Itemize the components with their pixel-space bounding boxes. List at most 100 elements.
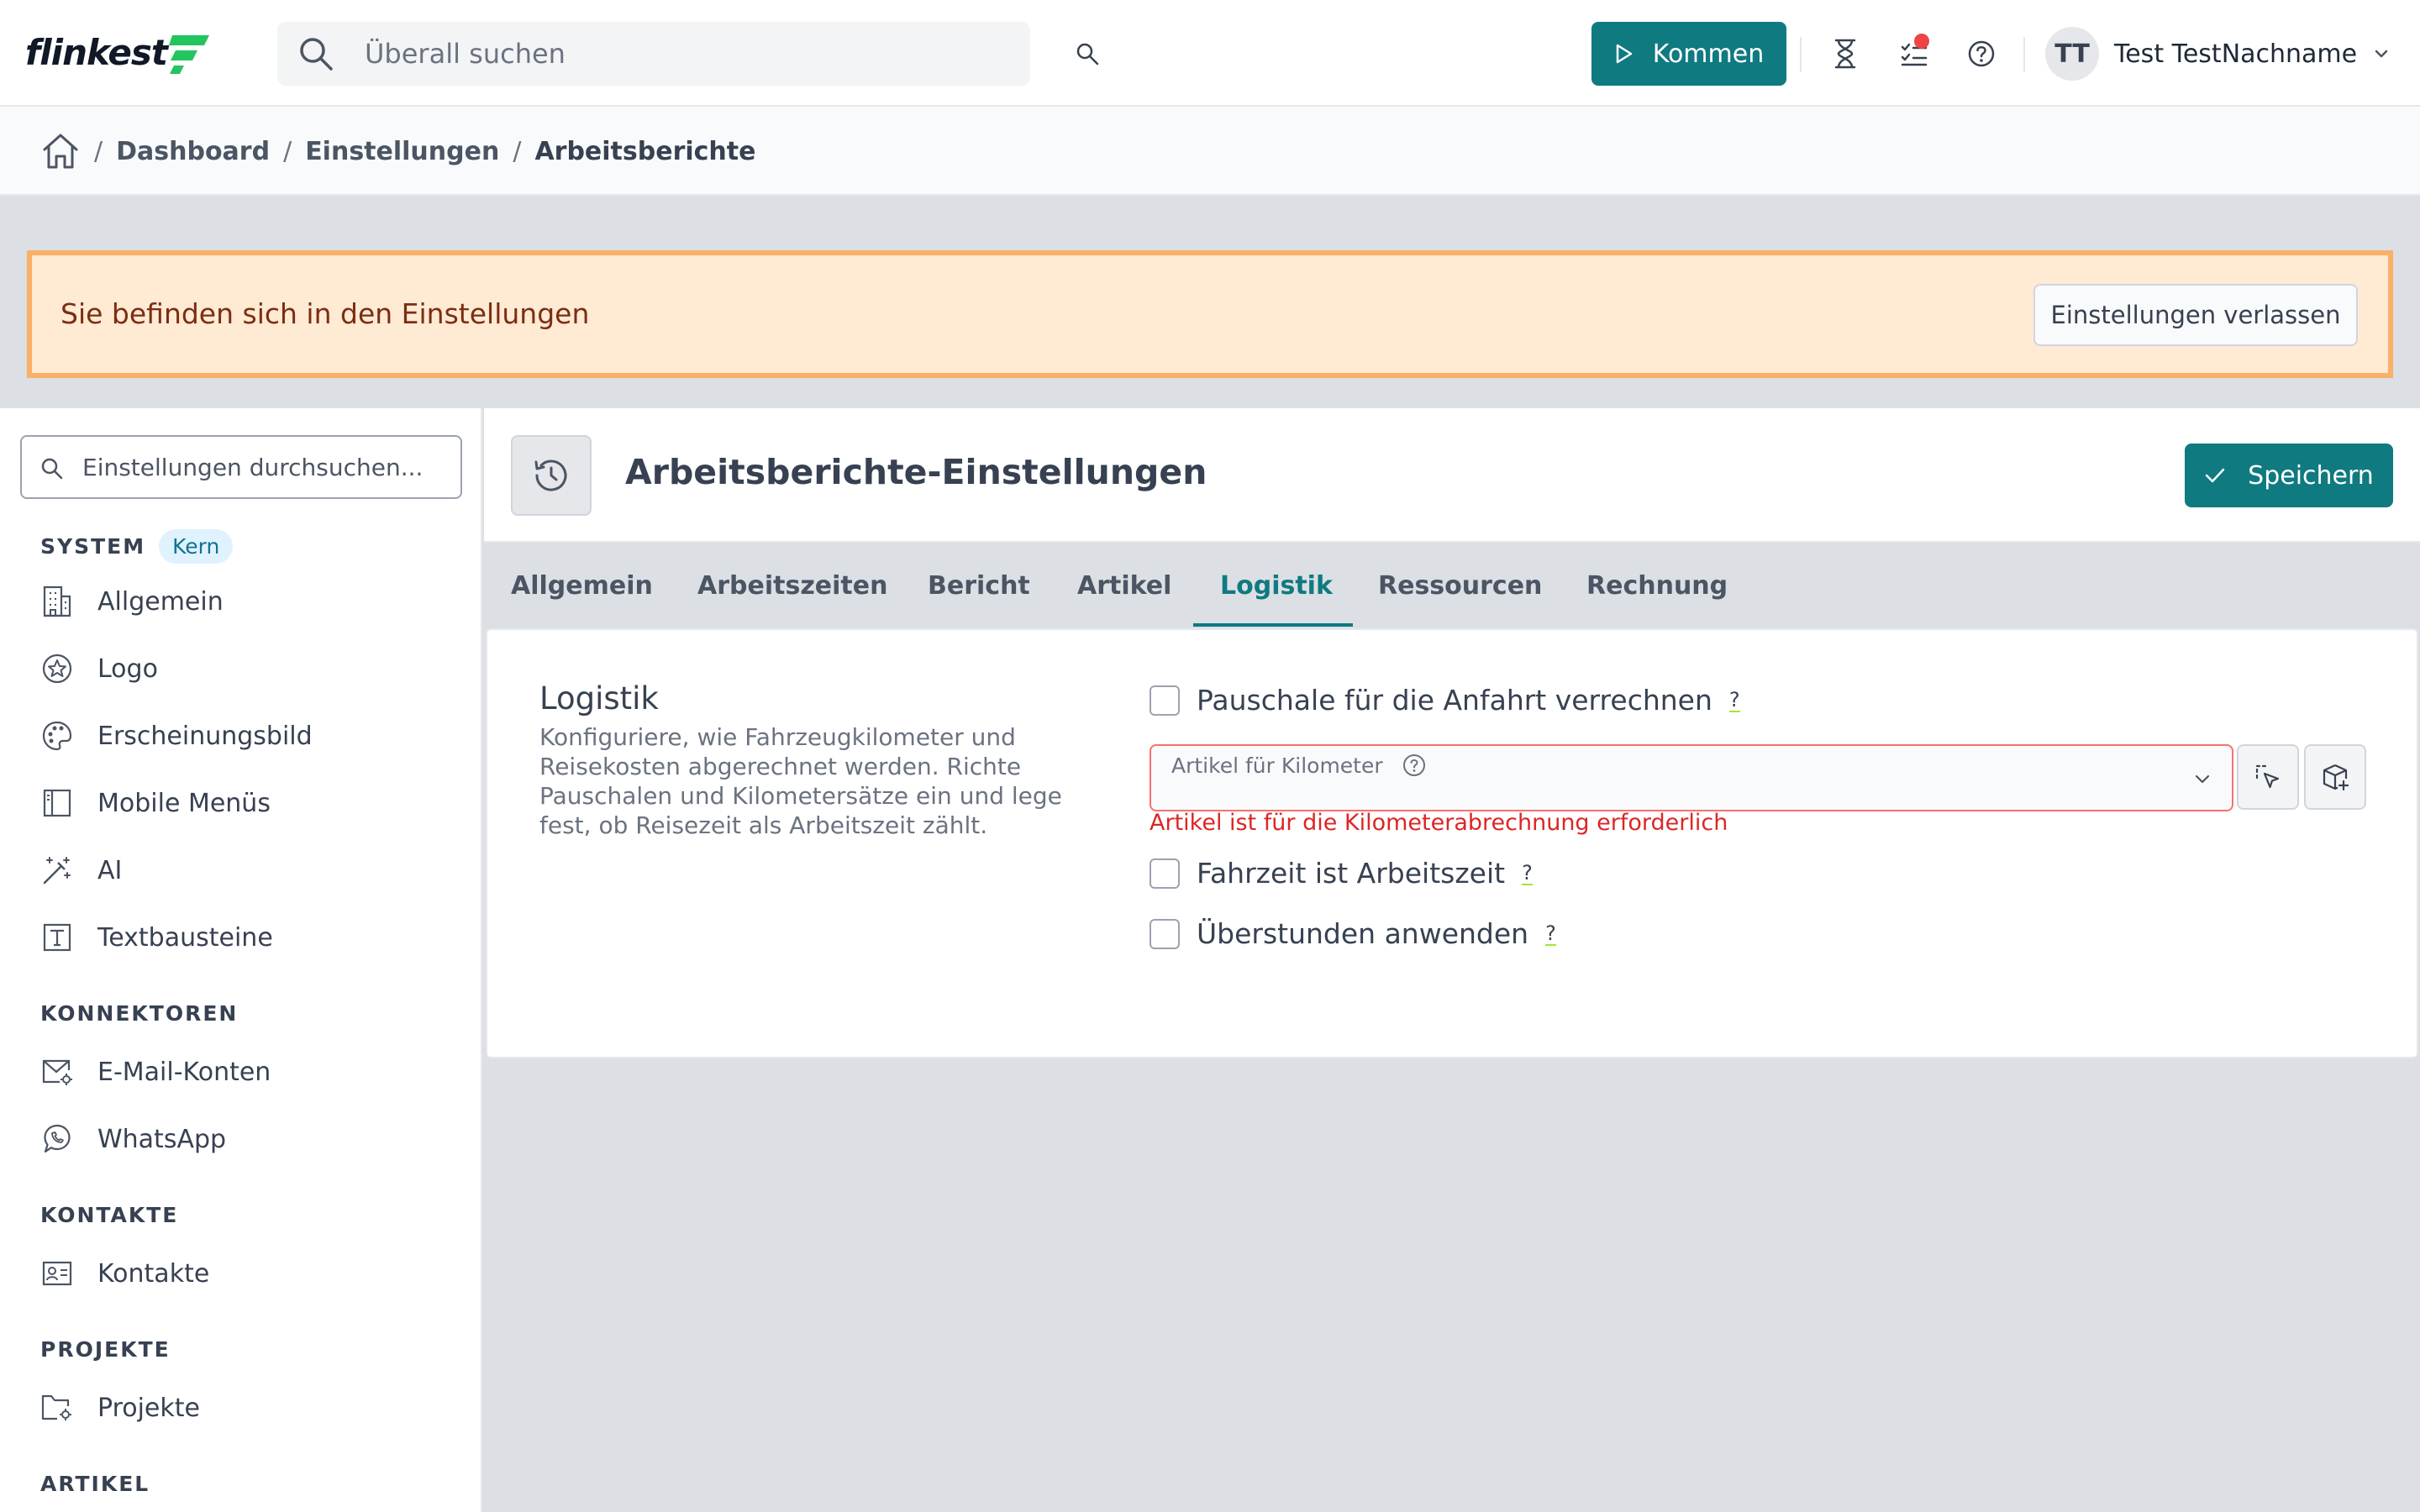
sidebar-item-kontakte[interactable]: Kontakte [40, 1253, 460, 1294]
kommen-label: Kommen [1652, 39, 1765, 69]
sidebar-item-label: Kontakte [97, 1258, 210, 1289]
settings-search[interactable] [20, 435, 462, 499]
help-tooltip-trigger[interactable]: ? [1728, 689, 1740, 712]
km-article-label: Artikel für Kilometer [1171, 753, 1383, 778]
pointer-select-icon [2255, 764, 2280, 789]
banner-text: Sie befinden sich in den Einstellungen [60, 297, 590, 330]
play-icon [1616, 44, 1633, 64]
breadcrumb-separator: / [283, 136, 292, 166]
section-title: ARTIKEL [40, 1472, 150, 1496]
logo-text: flinkest [25, 31, 168, 73]
sidebar-item-allgemein[interactable]: Allgemein [40, 581, 460, 622]
package-plus-icon [2323, 764, 2349, 791]
fahrzeit-label: Fahrzeit ist Arbeitszeit [1197, 857, 1506, 890]
tab-allgemein[interactable]: Allgemein [511, 543, 653, 628]
sidebar-item-ai[interactable]: AI [40, 850, 460, 890]
section-projekte: PROJEKTE [40, 1337, 171, 1362]
sidebar-item-mobile-menus[interactable]: Mobile Menüs [40, 783, 460, 823]
pauschale-row: Pauschale für die Anfahrt verrechnen ? [1150, 684, 1740, 717]
header-divider [1800, 37, 1802, 72]
page-header: Arbeitsberichte-Einstellungen Speichern [484, 408, 2420, 543]
global-search[interactable] [277, 22, 1030, 86]
save-button[interactable]: Speichern [2185, 444, 2393, 507]
ueberstunden-label: Überstunden anwenden [1197, 917, 1529, 950]
section-title: PROJEKTE [40, 1337, 171, 1362]
pauschale-label: Pauschale für die Anfahrt verrechnen [1197, 684, 1712, 717]
section-system: SYSTEM Kern [40, 529, 234, 564]
sidebar-item-label: AI [97, 855, 123, 885]
history-clock-icon [511, 435, 592, 516]
settings-tabs: Allgemein Arbeitszeiten Bericht Artikel … [484, 543, 2420, 628]
global-search-input[interactable] [365, 22, 1003, 86]
home-icon[interactable] [40, 131, 81, 171]
sidebar-item-label: Mobile Menüs [97, 788, 271, 818]
help-circle-icon[interactable] [1402, 753, 1427, 778]
notification-dot [1914, 34, 1929, 49]
sidebar-item-erscheinungsbild[interactable]: Erscheinungsbild [40, 716, 460, 756]
page-title: Arbeitsberichte-Einstellungen [625, 452, 1207, 492]
badge-star-icon [40, 652, 74, 685]
section-title: Logistik [539, 680, 659, 717]
section-title: KONTAKTE [40, 1203, 179, 1227]
header-divider [2023, 37, 2025, 72]
breadcrumb-einstellungen[interactable]: Einstellungen [305, 137, 499, 166]
breadcrumb-current: Arbeitsberichte [534, 136, 756, 166]
contact-card-icon [40, 1257, 74, 1290]
tab-arbeitszeiten[interactable]: Arbeitszeiten [697, 543, 887, 628]
ueberstunden-checkbox[interactable] [1150, 918, 1180, 949]
app-logo[interactable]: flinkest [25, 29, 214, 76]
sidebar-item-logo[interactable]: Logo [40, 648, 460, 689]
pick-article-button[interactable] [2237, 744, 2299, 810]
advanced-search-icon[interactable] [1071, 37, 1104, 71]
sidebar-item-label: WhatsApp [97, 1124, 227, 1154]
leave-settings-button[interactable]: Einstellungen verlassen [2033, 284, 2358, 346]
sidebar-item-email-konten[interactable]: E-Mail-Konten [40, 1052, 460, 1092]
settings-sidebar: SYSTEM Kern Allgemein Logo Erscheinungsb… [0, 408, 482, 1512]
magic-wand-icon [40, 853, 74, 887]
sidebar-item-label: E-Mail-Konten [97, 1057, 271, 1087]
kern-badge: Kern [159, 529, 234, 564]
settings-banner: Sie befinden sich in den Einstellungen E… [27, 250, 2393, 378]
user-menu[interactable]: TT Test TestNachname [2045, 25, 2391, 82]
settings-search-input[interactable] [82, 437, 452, 497]
palette-icon [40, 719, 74, 753]
panel-left-icon [40, 786, 74, 820]
folder-settings-icon [40, 1391, 74, 1425]
check-icon [2205, 468, 2225, 483]
help-tooltip-trigger[interactable]: ? [1522, 862, 1533, 885]
sidebar-item-label: Textbausteine [97, 922, 273, 953]
km-article-select[interactable]: Artikel für Kilometer [1150, 744, 2233, 811]
hourglass-icon[interactable] [1827, 35, 1864, 72]
tab-artikel[interactable]: Artikel [1077, 543, 1171, 628]
sidebar-item-projekte[interactable]: Projekte [40, 1388, 460, 1428]
search-icon [39, 455, 66, 482]
help-tooltip-trigger[interactable]: ? [1545, 922, 1556, 946]
km-article-error: Artikel ist für die Kilometerabrechnung … [1150, 810, 1728, 836]
save-label: Speichern [2248, 460, 2374, 491]
section-title: KONNEKTOREN [40, 1001, 239, 1026]
sidebar-item-textbausteine[interactable]: Textbausteine [40, 917, 460, 958]
pauschale-checkbox[interactable] [1150, 685, 1180, 716]
sidebar-item-whatsapp[interactable]: WhatsApp [40, 1119, 460, 1159]
tab-ressourcen[interactable]: Ressourcen [1378, 543, 1542, 628]
section-artikel: ARTIKEL [40, 1472, 150, 1496]
tab-rechnung[interactable]: Rechnung [1586, 543, 1728, 628]
section-title: SYSTEM [40, 534, 146, 559]
kommen-button[interactable]: Kommen [1591, 22, 1786, 86]
logo-mark-icon [168, 35, 209, 74]
tab-bericht[interactable]: Bericht [928, 543, 1030, 628]
logistik-card: Logistik Konfiguriere, wie Fahrzeugkilom… [486, 628, 2418, 1058]
sidebar-item-label: Erscheinungsbild [97, 721, 313, 751]
whatsapp-icon [40, 1122, 74, 1156]
fahrzeit-checkbox[interactable] [1150, 858, 1180, 889]
create-article-button[interactable] [2304, 744, 2366, 810]
fahrzeit-row: Fahrzeit ist Arbeitszeit ? [1150, 857, 1533, 890]
breadcrumb-separator: / [94, 136, 103, 166]
tab-logistik[interactable]: Logistik [1220, 543, 1333, 628]
help-icon[interactable] [1963, 35, 2000, 72]
breadcrumb-bar: / Dashboard / Einstellungen / Arbeitsber… [0, 107, 2420, 196]
breadcrumb: / Dashboard / Einstellungen / Arbeitsber… [40, 129, 755, 174]
building-icon [40, 585, 74, 618]
section-kontakte: KONTAKTE [40, 1203, 178, 1227]
breadcrumb-dashboard[interactable]: Dashboard [116, 137, 270, 166]
